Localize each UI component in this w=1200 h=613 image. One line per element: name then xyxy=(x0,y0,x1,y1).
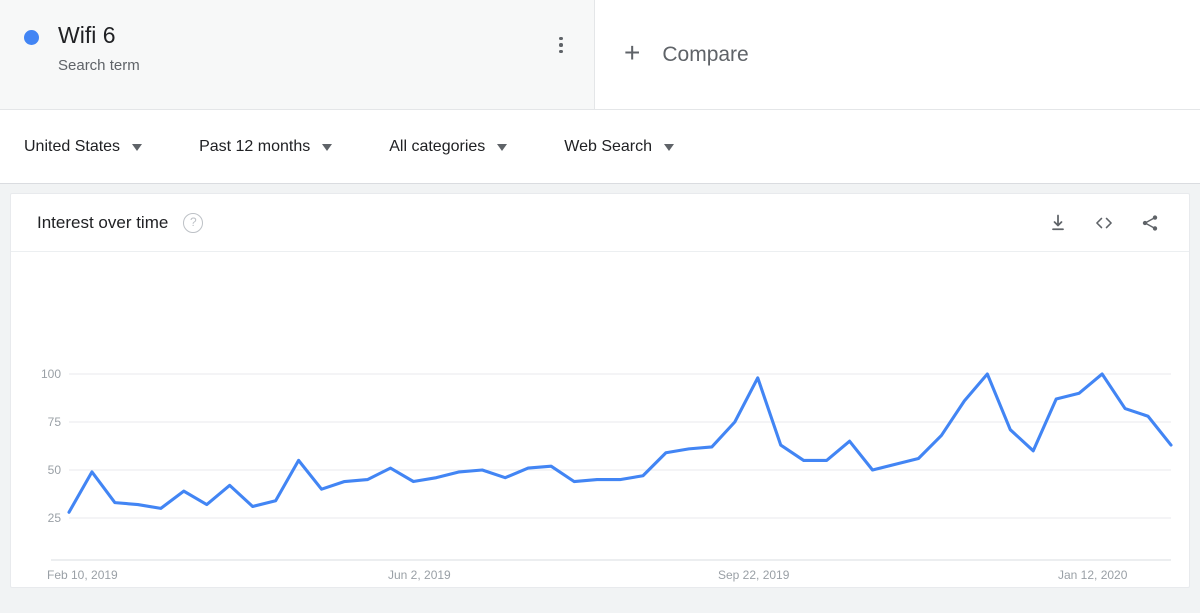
page-title: Interest over time xyxy=(37,212,169,232)
x-tick-label: Jan 12, 2020 xyxy=(1058,568,1128,582)
plus-icon: + xyxy=(624,37,641,68)
chevron-down-icon xyxy=(132,144,143,151)
dot xyxy=(559,36,563,41)
y-tick-label: 75 xyxy=(48,415,62,429)
filter-location-label: United States xyxy=(24,137,121,155)
y-axis-labels: 100 75 50 25 xyxy=(41,367,61,525)
interest-over-time-chart[interactable]: 100 75 50 25 Feb 10, 2019 Jun 2, 2019 Se… xyxy=(11,252,1189,588)
filter-time-range-label: Past 12 months xyxy=(199,137,311,155)
y-tick-label: 25 xyxy=(48,511,62,525)
help-icon[interactable]: ? xyxy=(183,212,204,233)
series-color-dot xyxy=(24,30,39,45)
search-term-title: Wifi 6 xyxy=(58,22,116,48)
filter-category[interactable]: All categories xyxy=(389,137,508,156)
interest-over-time-card: Interest over time ? 100 75 50 25 Feb 10… xyxy=(10,193,1190,588)
filter-search-type-label: Web Search xyxy=(564,137,653,155)
filter-search-type[interactable]: Web Search xyxy=(564,137,675,156)
chevron-down-icon xyxy=(322,144,333,151)
dot xyxy=(559,49,563,54)
x-axis-labels: Feb 10, 2019 Jun 2, 2019 Sep 22, 2019 Ja… xyxy=(47,568,1128,582)
x-tick-label: Feb 10, 2019 xyxy=(47,568,118,582)
filter-category-label: All categories xyxy=(389,137,486,155)
chart-svg: 100 75 50 25 Feb 10, 2019 Jun 2, 2019 Se… xyxy=(41,367,1173,582)
y-tick-label: 100 xyxy=(41,367,61,381)
chart-card-header: Interest over time ? xyxy=(11,194,1189,252)
more-vert-icon[interactable] xyxy=(548,32,574,58)
y-tick-label: 50 xyxy=(48,463,62,477)
download-icon[interactable] xyxy=(1041,206,1075,240)
filter-bar: United States Past 12 months All categor… xyxy=(0,110,1200,184)
embed-icon[interactable] xyxy=(1087,206,1121,240)
chevron-down-icon xyxy=(664,144,675,151)
chart-actions xyxy=(1029,206,1167,240)
search-term-card[interactable]: Wifi 6 Search term xyxy=(0,0,595,109)
search-term-text: Wifi 6 Search term xyxy=(58,18,140,77)
filter-time-range[interactable]: Past 12 months xyxy=(199,137,333,156)
compare-label: Compare xyxy=(662,42,749,66)
search-term-subtitle: Search term xyxy=(58,57,140,74)
filter-location[interactable]: United States xyxy=(24,137,143,156)
x-tick-label: Jun 2, 2019 xyxy=(388,568,451,582)
chart-card-wrapper: Interest over time ? 100 75 50 25 Feb 10… xyxy=(0,184,1200,588)
dot xyxy=(559,43,563,47)
x-tick-label: Sep 22, 2019 xyxy=(718,568,790,582)
chevron-down-icon xyxy=(497,144,508,151)
series-line-wifi-6 xyxy=(67,372,1173,514)
compare-button[interactable]: + Compare xyxy=(595,0,1200,109)
share-icon[interactable] xyxy=(1133,206,1167,240)
term-bar: Wifi 6 Search term + Compare xyxy=(0,0,1200,110)
gridlines xyxy=(51,373,1171,561)
